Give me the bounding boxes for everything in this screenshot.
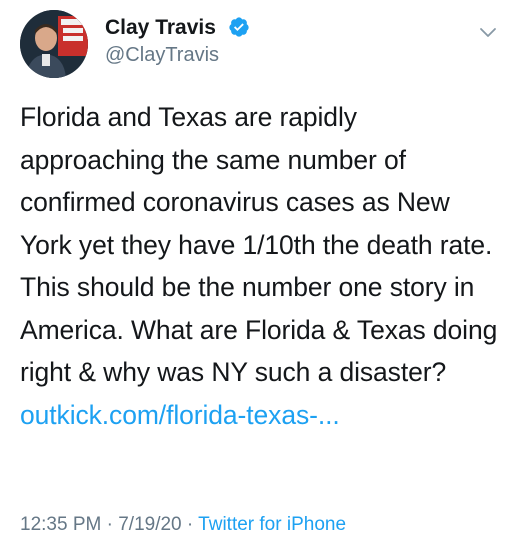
author-name[interactable]: Clay Travis bbox=[105, 16, 216, 40]
tweet-text: Florida and Texas are rapidly approachin… bbox=[20, 96, 505, 436]
tweet-link[interactable]: outkick.com/florida-texas-... bbox=[20, 400, 340, 430]
chevron-down-icon[interactable] bbox=[476, 20, 500, 44]
meta-separator: · bbox=[101, 514, 119, 535]
author-handle[interactable]: @ClayTravis bbox=[105, 44, 219, 67]
meta-separator: · bbox=[181, 514, 199, 535]
tweet-card: Clay Travis @ClayTravis Florida and Texa… bbox=[0, 0, 517, 540]
tweet-meta: 12:35 PM · 7/19/20 · Twitter for iPhone bbox=[20, 514, 346, 536]
verified-badge-icon bbox=[229, 17, 249, 37]
avatar[interactable] bbox=[20, 10, 88, 78]
tweet-source[interactable]: Twitter for iPhone bbox=[198, 514, 346, 535]
tweet-time[interactable]: 12:35 PM bbox=[20, 514, 101, 535]
tweet-body: Florida and Texas are rapidly approachin… bbox=[20, 102, 498, 387]
tweet-date[interactable]: 7/19/20 bbox=[118, 514, 181, 535]
